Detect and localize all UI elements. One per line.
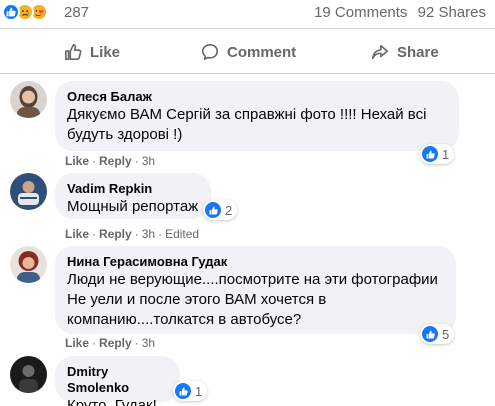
divider-top	[0, 28, 495, 29]
comment-reaction-badge[interactable]: 1	[173, 381, 208, 401]
comments-count-link[interactable]: 19 Comments	[314, 4, 407, 21]
comment-text: Мощный репортаж	[67, 198, 199, 215]
comment-reply-link[interactable]: Reply	[99, 336, 132, 350]
comment-like-link[interactable]: Like	[65, 227, 89, 241]
comment-reaction-badge[interactable]: 1	[420, 144, 455, 164]
comment-meta: Like · Reply · 3h	[65, 336, 156, 350]
comment-author[interactable]: Нина Герасимовна Гудак	[67, 254, 444, 270]
comment-timestamp[interactable]: 3h	[142, 154, 155, 168]
like-button[interactable]: Like	[64, 36, 120, 68]
comment-like-link[interactable]: Like	[65, 154, 89, 168]
comment-text: Люди не верующие....посмотрите на эти фо…	[67, 271, 443, 328]
reaction-summary-bar: 287 19 Comments 92 Shares	[0, 0, 495, 26]
avatar[interactable]	[10, 356, 47, 393]
comment-reaction-count: 1	[442, 146, 450, 162]
comment-reply-link[interactable]: Reply	[99, 227, 132, 241]
comment-reply-link[interactable]: Reply	[99, 154, 132, 168]
comment-timestamp[interactable]: 3h	[142, 336, 155, 350]
comment-author[interactable]: Dmitry Smolenko	[67, 364, 168, 396]
comment-text: Круто, Гудак!	[67, 397, 157, 406]
comment-button-label: Comment	[227, 43, 297, 61]
avatar[interactable]	[10, 246, 47, 283]
comment-bubble: Dmitry Smolenko Круто, Гудак!	[55, 356, 180, 406]
comment-reaction-count: 2	[225, 202, 233, 218]
comment-reaction-badge[interactable]: 2	[203, 200, 238, 220]
comment-like-link[interactable]: Like	[65, 336, 89, 350]
comment-bubble: Vadim Repkin Мощный репортаж	[55, 173, 211, 219]
comment-reaction-count: 5	[442, 326, 450, 342]
avatar[interactable]	[10, 81, 47, 118]
shares-count-link[interactable]: 92 Shares	[418, 4, 486, 21]
like-icon	[422, 146, 438, 162]
share-arrow-icon	[371, 44, 389, 60]
reaction-count[interactable]: 287	[64, 4, 89, 21]
comment-timestamp[interactable]: 3h	[142, 227, 155, 241]
divider-bottom	[0, 73, 495, 74]
like-icon	[422, 326, 438, 342]
like-outline-icon	[64, 43, 82, 61]
share-button[interactable]: Share	[371, 36, 439, 68]
like-icon	[2, 3, 20, 21]
comment-author[interactable]: Олеся Балаж	[67, 89, 447, 105]
comment-author[interactable]: Vadim Repkin	[67, 181, 199, 197]
avatar[interactable]	[10, 173, 47, 210]
comment-bubble-icon	[201, 43, 219, 61]
comment-reaction-count: 1	[195, 383, 203, 399]
comment-meta: Like · Reply · 3h · Edited	[65, 227, 200, 241]
comment-button[interactable]: Comment	[201, 36, 296, 68]
comment-bubble: Олеся Балаж Дякуємо ВАМ Сергій за справж…	[55, 81, 459, 151]
like-button-label: Like	[90, 43, 121, 61]
comment-edited-label[interactable]: Edited	[165, 227, 199, 241]
like-icon	[175, 383, 191, 399]
reaction-icons[interactable]	[2, 2, 48, 22]
share-button-label: Share	[397, 43, 439, 61]
comment-meta: Like · Reply · 3h	[65, 154, 156, 168]
like-icon	[205, 202, 221, 218]
comment-bubble: Нина Герасимовна Гудак Люди не верующие.…	[55, 246, 456, 334]
post-action-bar: Like Comment Share	[0, 36, 495, 68]
comment-text: Дякуємо ВАМ Сергій за справжні фото !!!!…	[67, 106, 431, 143]
engagement-counts: 19 Comments 92 Shares	[314, 4, 486, 21]
comment-reaction-badge[interactable]: 5	[420, 324, 455, 344]
